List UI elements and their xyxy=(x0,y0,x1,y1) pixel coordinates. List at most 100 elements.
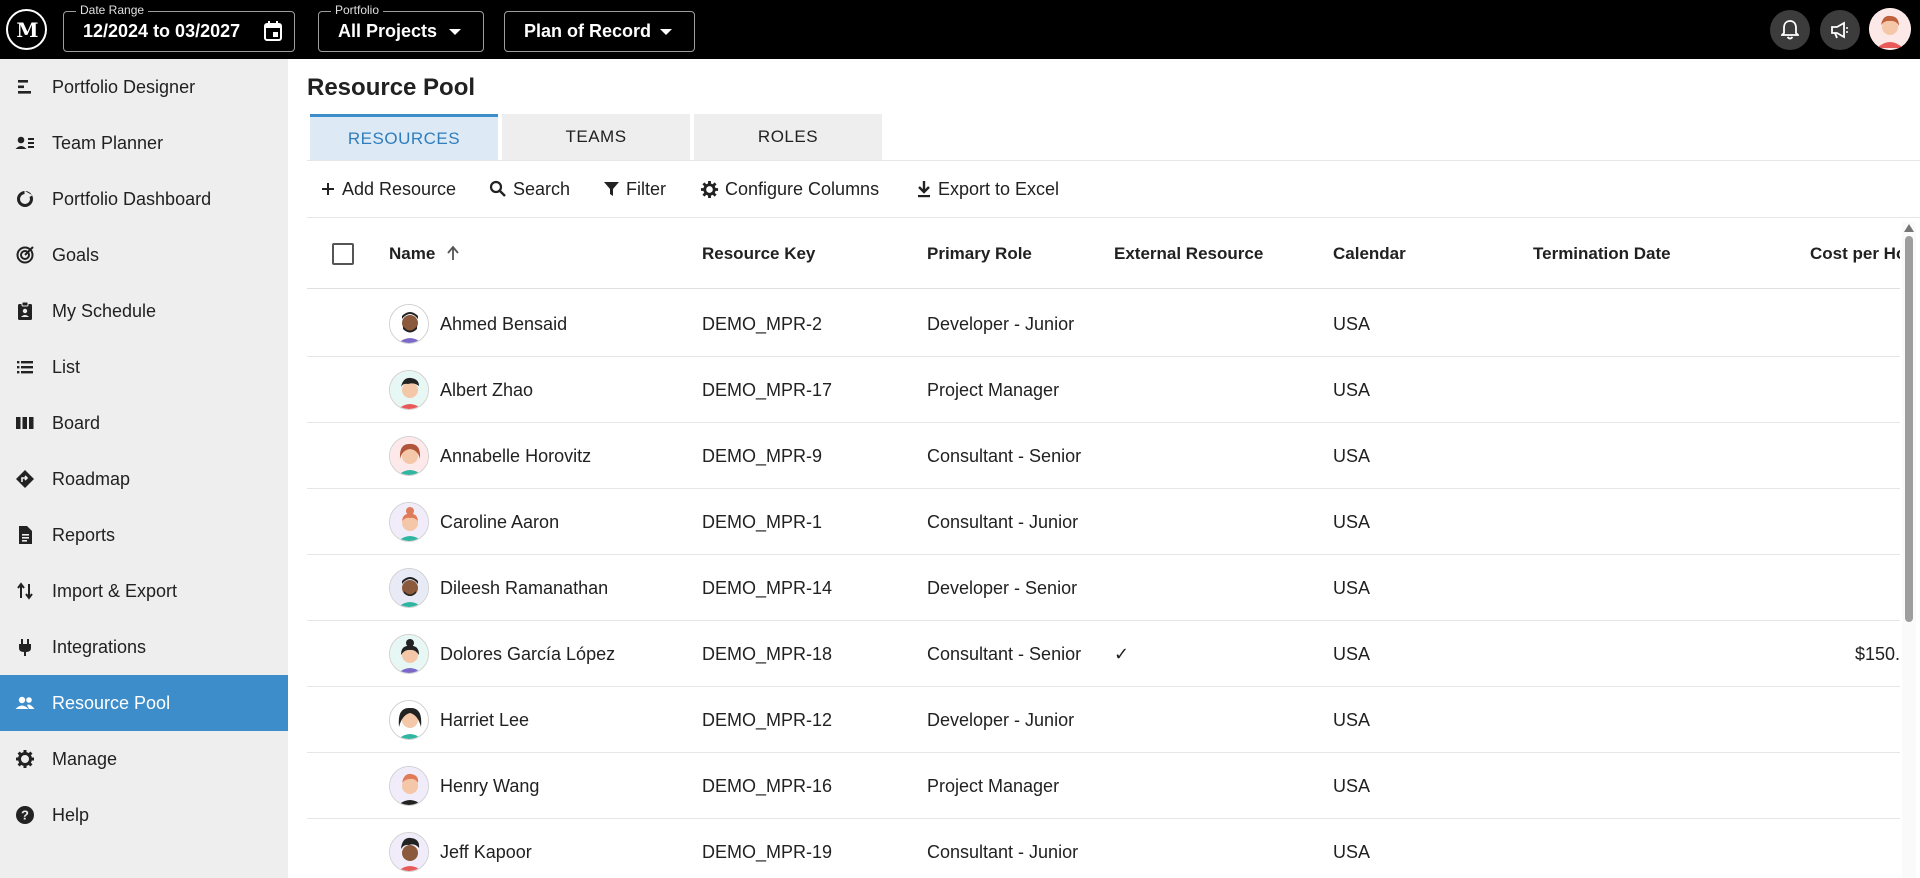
calendar: USA xyxy=(1333,776,1371,796)
sidebar-item-import-export[interactable]: Import & Export xyxy=(0,563,288,619)
calendar: USA xyxy=(1333,644,1371,664)
add-resource-button[interactable]: Add Resource xyxy=(320,176,456,202)
table-row[interactable]: Albert Zhao DEMO_MPR-17 Project Manager … xyxy=(307,357,1900,423)
column-header-resource-key[interactable]: Resource Key xyxy=(702,244,815,264)
table-row[interactable]: Dileesh Ramanathan DEMO_MPR-14 Developer… xyxy=(307,555,1900,621)
column-header-termination-date[interactable]: Termination Date xyxy=(1533,244,1671,264)
date-range-label: Date Range xyxy=(76,3,149,17)
resource-name[interactable]: Harriet Lee xyxy=(440,709,529,731)
portfolio-select[interactable]: Portfolio All Projects xyxy=(318,3,484,52)
resource-name[interactable]: Henry Wang xyxy=(440,775,539,797)
sidebar-item-goals[interactable]: Goals xyxy=(0,227,288,283)
plus-icon xyxy=(322,183,334,195)
resource-name[interactable]: Caroline Aaron xyxy=(440,511,559,533)
sidebar-item-board[interactable]: Board xyxy=(0,395,288,451)
sidebar-item-manage[interactable]: Manage xyxy=(0,731,288,787)
dashboard-icon xyxy=(17,191,33,207)
team-planner-icon xyxy=(15,136,34,149)
sidebar: Portfolio Designer Team Planner Portfoli… xyxy=(0,59,288,878)
table-row[interactable]: Caroline Aaron DEMO_MPR-1 Consultant - J… xyxy=(307,489,1900,555)
configure-columns-button[interactable]: Configure Columns xyxy=(700,176,879,202)
column-header-name[interactable]: Name xyxy=(389,244,460,264)
top-bar: M Date Range 12/2024 to 03/2027 Portfoli… xyxy=(0,0,1920,59)
sidebar-item-integrations[interactable]: Integrations xyxy=(0,619,288,675)
tab-teams[interactable]: TEAMS xyxy=(502,114,690,160)
calendar: USA xyxy=(1333,842,1371,862)
sidebar-item-help[interactable]: ? Help xyxy=(0,787,288,843)
calendar-icon[interactable] xyxy=(263,20,283,42)
select-all-checkbox[interactable] xyxy=(332,243,354,265)
sidebar-item-resource-pool[interactable]: Resource Pool xyxy=(0,675,288,731)
table-row[interactable]: Henry Wang DEMO_MPR-16 Project Manager U… xyxy=(307,753,1900,819)
date-range-picker[interactable]: Date Range 12/2024 to 03/2027 xyxy=(63,3,295,52)
chevron-down-icon xyxy=(449,29,461,35)
configure-columns-label: Configure Columns xyxy=(725,178,880,199)
column-header-primary-role[interactable]: Primary Role xyxy=(927,244,1032,264)
avatar xyxy=(389,634,429,674)
search-button[interactable]: Search xyxy=(489,176,570,202)
resource-name[interactable]: Albert Zhao xyxy=(440,379,533,401)
avatar xyxy=(389,766,429,806)
scroll-up-arrow-icon[interactable] xyxy=(1904,224,1914,232)
board-icon xyxy=(16,417,34,429)
plan-value: Plan of Record xyxy=(524,21,652,41)
schedule-icon xyxy=(18,301,32,320)
tab-roles[interactable]: ROLES xyxy=(694,114,882,160)
resource-key: DEMO_MPR-17 xyxy=(702,380,833,400)
resource-key: DEMO_MPR-12 xyxy=(702,710,833,730)
resource-name[interactable]: Ahmed Bensaid xyxy=(440,313,567,335)
table-row[interactable]: Dolores García López DEMO_MPR-18 Consult… xyxy=(307,621,1900,687)
sidebar-item-portfolio-dashboard[interactable]: Portfolio Dashboard xyxy=(0,171,288,227)
search-icon xyxy=(489,180,506,197)
calendar: USA xyxy=(1333,578,1371,598)
add-resource-label: Add Resource xyxy=(342,178,457,199)
tabs-divider xyxy=(307,160,1920,161)
scrollbar-thumb[interactable] xyxy=(1905,236,1913,622)
primary-role: Consultant - Senior xyxy=(927,446,1082,466)
table-scrollbar[interactable] xyxy=(1902,222,1916,878)
list-icon xyxy=(17,361,33,374)
resource-name[interactable]: Dileesh Ramanathan xyxy=(440,577,608,599)
table-row[interactable]: Jeff Kapoor DEMO_MPR-19 Consultant - Jun… xyxy=(307,819,1900,878)
sidebar-item-team-planner[interactable]: Team Planner xyxy=(0,115,288,171)
table-row[interactable]: Annabelle Horovitz DEMO_MPR-9 Consultant… xyxy=(307,423,1900,489)
primary-role: Consultant - Junior xyxy=(927,842,1079,862)
primary-role: Consultant - Junior xyxy=(927,512,1079,532)
avatar xyxy=(389,370,429,410)
plug-icon xyxy=(19,639,31,656)
resource-name[interactable]: Jeff Kapoor xyxy=(440,841,532,863)
avatar xyxy=(389,568,429,608)
user-avatar[interactable] xyxy=(1869,8,1911,50)
goals-icon xyxy=(16,246,34,264)
table-row[interactable]: Harriet Lee DEMO_MPR-12 Developer - Juni… xyxy=(307,687,1900,753)
resource-key: DEMO_MPR-2 xyxy=(702,314,823,334)
resource-key: DEMO_MPR-14 xyxy=(702,578,833,598)
sidebar-item-my-schedule[interactable]: My Schedule xyxy=(0,283,288,339)
tab-resources[interactable]: RESOURCES xyxy=(310,114,498,160)
filter-button[interactable]: Filter xyxy=(603,176,666,202)
plan-select[interactable]: Plan of Record xyxy=(504,11,695,52)
sidebar-item-roadmap[interactable]: Roadmap xyxy=(0,451,288,507)
sidebar-item-reports[interactable]: Reports xyxy=(0,507,288,563)
cost-per-hour: $150. xyxy=(1854,644,1900,664)
notifications-button[interactable] xyxy=(1770,10,1810,50)
announcements-button[interactable] xyxy=(1820,10,1860,50)
column-header-external-resource[interactable]: External Resource xyxy=(1114,244,1263,264)
resource-key: DEMO_MPR-18 xyxy=(702,644,833,664)
avatar xyxy=(389,436,429,476)
primary-role: Developer - Junior xyxy=(927,314,1075,334)
resource-name[interactable]: Annabelle Horovitz xyxy=(440,445,591,467)
calendar: USA xyxy=(1333,314,1371,334)
column-header-calendar[interactable]: Calendar xyxy=(1333,244,1406,264)
avatar xyxy=(389,502,429,542)
sidebar-item-portfolio-designer[interactable]: Portfolio Designer xyxy=(0,59,288,115)
search-label: Search xyxy=(513,178,571,199)
resource-name[interactable]: Dolores García López xyxy=(440,643,615,665)
app-logo[interactable]: M xyxy=(6,9,47,50)
export-excel-button[interactable]: Export to Excel xyxy=(916,176,1059,202)
table-row[interactable]: Ahmed Bensaid DEMO_MPR-2 Developer - Jun… xyxy=(307,291,1900,357)
column-header-cost-per-hour[interactable]: Cost per Ho xyxy=(1810,244,1900,264)
sidebar-item-list[interactable]: List xyxy=(0,339,288,395)
primary-role: Project Manager xyxy=(927,776,1060,796)
avatar xyxy=(389,832,429,872)
